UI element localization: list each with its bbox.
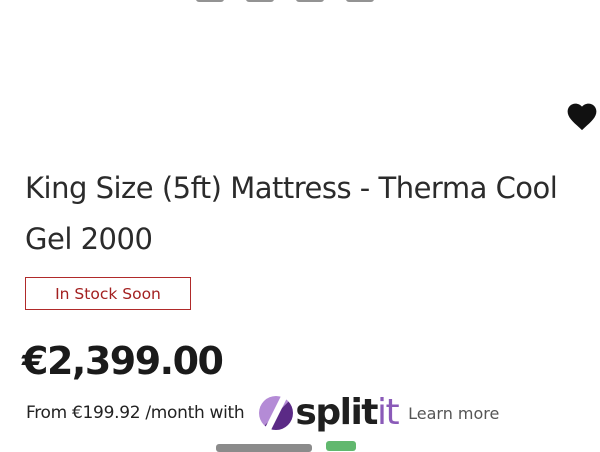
wishlist-button[interactable] xyxy=(565,100,599,134)
splitit-logo: split it xyxy=(256,390,400,436)
cropped-top-content xyxy=(196,0,374,2)
splitit-logo-mark-icon xyxy=(259,392,294,434)
financing-row: From €199.92 /month with split it Learn m… xyxy=(26,388,499,438)
product-price: €2,399.00 xyxy=(22,339,224,383)
cropped-bottom-content xyxy=(216,441,386,452)
learn-more-link[interactable]: Learn more xyxy=(408,404,499,423)
splitit-wordmark-split: split xyxy=(295,392,378,433)
splitit-wordmark: split it xyxy=(295,390,400,436)
heart-icon xyxy=(567,103,597,131)
stock-status-badge: In Stock Soon xyxy=(25,277,191,310)
installment-text: From €199.92 /month with xyxy=(26,403,245,423)
product-title: King Size (5ft) Mattress - Therma Cool G… xyxy=(25,171,558,256)
splitit-wordmark-it: it xyxy=(377,392,400,433)
